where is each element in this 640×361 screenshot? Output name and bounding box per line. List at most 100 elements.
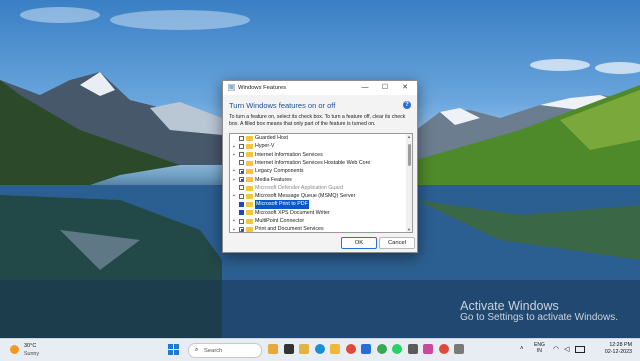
- expand-icon[interactable]: +: [232, 227, 236, 232]
- feature-checkbox: [239, 185, 244, 191]
- file-explorer-icon[interactable]: [299, 344, 309, 354]
- feature-checkbox[interactable]: [239, 177, 244, 182]
- feature-label: Internet Information Services: [255, 151, 323, 158]
- feature-label: Internet Information Services Hostable W…: [255, 159, 371, 166]
- watermark-subtitle: Go to Settings to activate Windows.: [460, 312, 618, 323]
- cancel-button[interactable]: Cancel: [379, 237, 415, 249]
- windows-features-icon: [228, 84, 235, 91]
- search-icon: ⌕: [195, 347, 199, 353]
- folder-icon: [246, 210, 253, 216]
- folder-icon: [246, 152, 253, 158]
- windows-start-icon[interactable]: [168, 344, 179, 355]
- feature-label: Microsoft XPS Document Writer: [255, 209, 330, 216]
- feature-checkbox[interactable]: [239, 135, 244, 141]
- feature-label: Print and Document Services: [255, 226, 324, 233]
- feature-row[interactable]: + Media Features: [230, 176, 403, 184]
- watermark-title: Activate Windows: [460, 299, 559, 313]
- expand-icon[interactable]: +: [232, 219, 236, 224]
- feature-checkbox[interactable]: [239, 160, 244, 166]
- feature-row[interactable]: + Internet Information Services: [230, 151, 403, 159]
- battery-icon[interactable]: [575, 346, 585, 353]
- help-icon[interactable]: ?: [403, 101, 411, 109]
- language-indicator[interactable]: ENG IN: [534, 342, 545, 354]
- feature-row[interactable]: Internet Information Services Hostable W…: [230, 159, 403, 167]
- folder-icon[interactable]: [330, 344, 340, 354]
- maximize-button[interactable]: ☐: [378, 83, 392, 93]
- feature-checkbox[interactable]: [239, 226, 244, 232]
- feature-label: Guarded Host: [255, 135, 288, 141]
- feature-row[interactable]: + Microsoft Message Queue (MSMQ) Server: [230, 192, 403, 200]
- weather-temperature: 30°C: [24, 343, 37, 349]
- whatsapp-icon[interactable]: [392, 344, 402, 354]
- ok-button[interactable]: OK: [341, 237, 377, 249]
- feature-row[interactable]: Microsoft XPS Document Writer: [230, 209, 403, 217]
- scroll-up-arrow-icon[interactable]: ▲: [406, 134, 412, 139]
- expand-icon[interactable]: +: [232, 152, 236, 157]
- feature-label: Microsoft Message Queue (MSMQ) Server: [255, 193, 356, 200]
- feature-row[interactable]: Microsoft Defender Application Guard: [230, 184, 403, 192]
- chevron-up-icon[interactable]: ˄: [520, 346, 524, 352]
- expand-icon[interactable]: +: [232, 177, 236, 182]
- feature-label: MultiPoint Connector: [255, 218, 305, 224]
- folder-icon: [246, 218, 253, 224]
- chrome-icon[interactable]: [376, 344, 387, 354]
- camera-icon[interactable]: [407, 344, 418, 354]
- feature-checkbox[interactable]: [239, 193, 244, 199]
- folder-icon: [246, 177, 253, 183]
- chrome-icon[interactable]: [345, 344, 356, 354]
- region-code: IN: [536, 348, 542, 354]
- expand-icon[interactable]: +: [232, 169, 236, 174]
- features-tree[interactable]: + Print and Document Services + MultiPoint …: [229, 133, 413, 233]
- feature-row[interactable]: Guarded Host: [230, 134, 403, 142]
- feature-checkbox[interactable]: [239, 168, 244, 174]
- close-button[interactable]: ✕: [398, 83, 412, 93]
- folder-icon: [246, 135, 253, 141]
- scrollbar-thumb[interactable]: [407, 144, 411, 166]
- taskbar: 30°C Sunny ⌕ Search ˄ ENG IN ◠ ◁ 12:28 P…: [0, 338, 640, 361]
- feature-label: Legacy Components: [255, 168, 304, 175]
- app-icon[interactable]: [454, 344, 464, 354]
- activation-watermark: Activate Windows Go to Settings to activ…: [460, 300, 618, 324]
- weather-condition: Sunny: [24, 351, 40, 357]
- sun-icon: [10, 345, 19, 354]
- expand-icon[interactable]: +: [232, 144, 236, 149]
- search-placeholder: Search: [204, 347, 223, 354]
- widgets-icon[interactable]: [268, 344, 278, 354]
- dialog-title: Windows Features: [238, 84, 287, 91]
- speaker-icon[interactable]: ◁: [564, 345, 569, 353]
- feature-row[interactable]: Microsoft Print to PDF: [230, 200, 403, 209]
- feature-label: Hyper-V: [255, 143, 275, 150]
- chrome-icon[interactable]: [438, 344, 449, 354]
- edge-icon[interactable]: [314, 344, 325, 354]
- feature-checkbox[interactable]: [239, 210, 244, 216]
- feature-checkbox[interactable]: [239, 152, 244, 158]
- feature-row[interactable]: + Legacy Components: [230, 167, 403, 175]
- scroll-down-arrow-icon[interactable]: ▼: [406, 227, 412, 232]
- store-icon[interactable]: [361, 344, 371, 354]
- minimize-button[interactable]: —: [358, 83, 372, 93]
- folder-icon: [246, 160, 253, 166]
- feature-label: Microsoft Print to PDF: [255, 200, 309, 209]
- app-icon[interactable]: [423, 344, 433, 354]
- wifi-icon[interactable]: ◠: [553, 345, 559, 353]
- folder-icon: [246, 168, 253, 174]
- feature-checkbox[interactable]: [239, 201, 244, 207]
- feature-row[interactable]: + Print and Document Services: [230, 225, 403, 233]
- feature-label: Microsoft Defender Application Guard: [255, 184, 344, 191]
- folder-icon: [246, 227, 253, 232]
- feature-checkbox[interactable]: [239, 143, 244, 149]
- feature-checkbox[interactable]: [239, 218, 244, 224]
- dialog-titlebar[interactable]: Windows Features — ☐ ✕: [223, 81, 417, 95]
- feature-row[interactable]: + Hyper-V: [230, 142, 403, 150]
- dialog-heading: Turn Windows features on or off: [229, 101, 336, 110]
- task-view-icon[interactable]: [283, 344, 294, 354]
- taskbar-search-box[interactable]: ⌕ Search: [188, 343, 262, 358]
- folder-icon: [246, 144, 253, 150]
- clock-date: 02-12-2023: [604, 349, 632, 355]
- tree-scrollbar[interactable]: ▲ ▼: [406, 134, 412, 232]
- clock[interactable]: 12:28 PM 02-12-2023: [588, 342, 632, 356]
- feature-row[interactable]: + MultiPoint Connector: [230, 217, 403, 225]
- clock-time: 12:28 PM: [609, 342, 632, 348]
- expand-icon[interactable]: +: [232, 194, 236, 199]
- dialog-description: To turn a feature on, select its check b…: [229, 114, 406, 127]
